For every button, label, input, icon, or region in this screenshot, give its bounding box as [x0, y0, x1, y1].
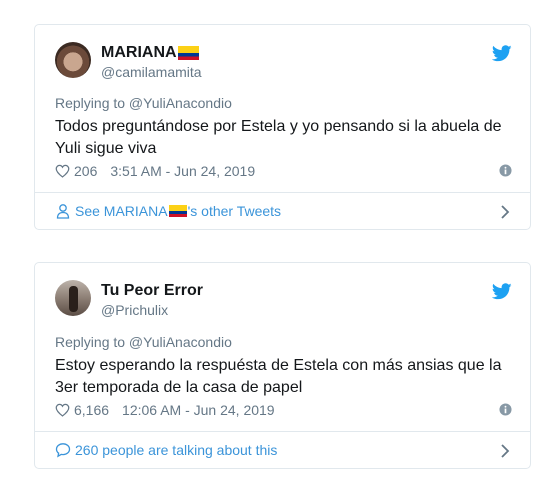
twitter-bird-icon[interactable] — [492, 283, 512, 300]
twitter-bird-icon[interactable] — [492, 45, 512, 62]
user-info[interactable]: MARIANA @camilamamita — [101, 43, 202, 81]
tweet-meta: 6,166 12:06 AM - Jun 24, 2019 — [55, 402, 512, 418]
avatar[interactable] — [55, 280, 91, 316]
timestamp[interactable]: 3:51 AM - Jun 24, 2019 — [110, 163, 255, 179]
replying-to[interactable]: Replying to @YuliAnacondio — [55, 95, 232, 111]
footer-text-prefix[interactable]: See MARIANA — [75, 203, 168, 219]
user-handle[interactable]: @Prichulix — [101, 301, 203, 319]
speech-bubble-icon — [55, 443, 71, 458]
user-info[interactable]: Tu Peor Error @Prichulix — [101, 281, 203, 319]
heart-icon[interactable] — [55, 403, 70, 417]
replying-to[interactable]: Replying to @YuliAnacondio — [55, 334, 232, 350]
display-name-text[interactable]: MARIANA — [101, 43, 177, 63]
colombia-flag-icon — [177, 46, 199, 60]
info-icon[interactable] — [499, 403, 512, 416]
display-name[interactable]: MARIANA — [101, 43, 202, 63]
footer-text[interactable]: See MARIANA 's other Tweets — [75, 203, 281, 219]
heart-icon[interactable] — [55, 164, 70, 178]
tweet-meta: 206 3:51 AM - Jun 24, 2019 — [55, 163, 512, 179]
conversation-link[interactable]: 260 people are talking about this — [35, 431, 530, 468]
info-icon[interactable] — [499, 164, 512, 177]
chevron-right-icon[interactable] — [500, 444, 510, 458]
footer-text-suffix[interactable]: 's other Tweets — [188, 203, 281, 219]
display-name[interactable]: Tu Peor Error — [101, 281, 203, 301]
person-icon — [56, 204, 70, 219]
tweet-body: MARIANA @camilamamita Replying to @YuliA… — [35, 25, 530, 193]
like-count[interactable]: 6,166 — [74, 402, 109, 418]
tweet-body: Tu Peor Error @Prichulix Replying to @Yu… — [35, 263, 530, 431]
user-handle[interactable]: @camilamamita — [101, 63, 202, 81]
colombia-flag-icon — [168, 205, 187, 217]
avatar[interactable] — [55, 42, 91, 78]
footer-text[interactable]: 260 people are talking about this — [75, 442, 277, 458]
tweet-card[interactable]: Tu Peor Error @Prichulix Replying to @Yu… — [34, 262, 531, 469]
chevron-right-icon[interactable] — [500, 205, 510, 219]
like-count[interactable]: 206 — [74, 163, 97, 179]
tweet-text: Todos preguntándose por Estela y yo pens… — [55, 118, 502, 157]
see-other-tweets-link[interactable]: See MARIANA 's other Tweets — [35, 192, 530, 229]
timestamp[interactable]: 12:06 AM - Jun 24, 2019 — [122, 402, 275, 418]
tweet-text: Estoy esperando la respuésta de Estela c… — [55, 357, 502, 396]
tweet-card[interactable]: MARIANA @camilamamita Replying to @YuliA… — [34, 24, 531, 230]
